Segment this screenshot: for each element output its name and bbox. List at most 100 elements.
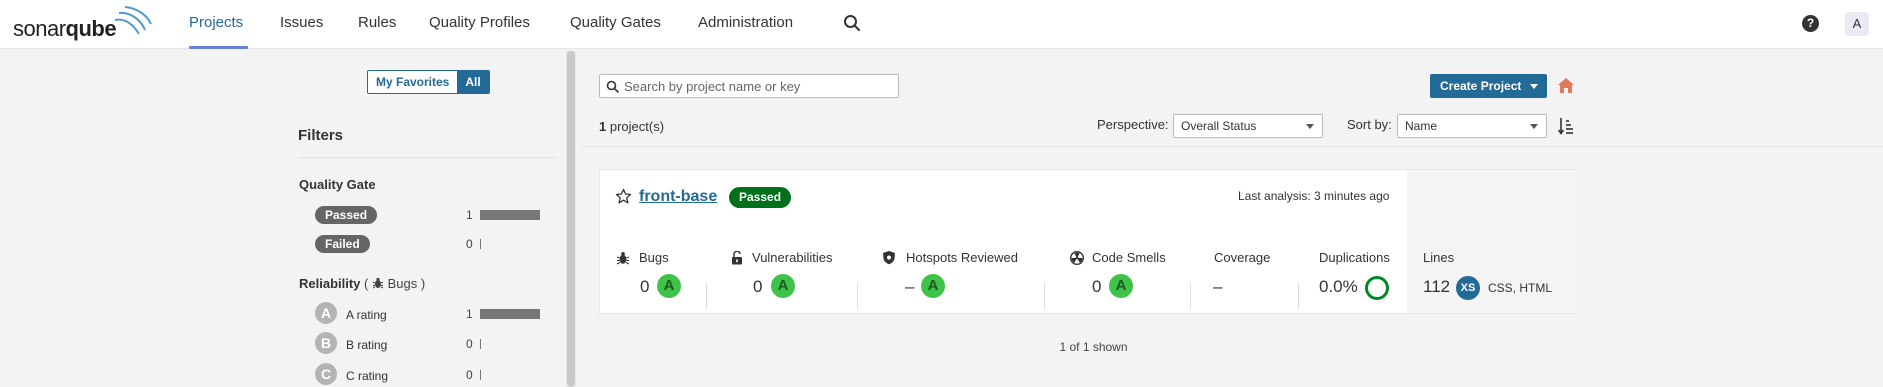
quality-gate-status-badge: Passed <box>729 187 792 208</box>
reliability-paren-close: ) <box>420 276 426 291</box>
facet-count: 0 <box>466 337 473 351</box>
rating-b-option[interactable]: B rating <box>346 338 387 352</box>
project-languages: CSS, HTML <box>1488 281 1553 295</box>
facet-bar <box>480 339 481 349</box>
project-search-input[interactable] <box>624 77 894 95</box>
vulnerabilities-label[interactable]: Vulnerabilities <box>752 250 832 265</box>
nav-administration[interactable]: Administration <box>698 14 793 31</box>
facet-bar <box>480 370 481 380</box>
active-nav-indicator <box>189 46 248 49</box>
scrollbar-thumb[interactable] <box>567 51 575 387</box>
code-smells-value[interactable]: 0 <box>1092 277 1101 297</box>
project-search-box[interactable] <box>599 74 899 98</box>
nav-quality-gates[interactable]: Quality Gates <box>570 14 661 31</box>
project-count: 1 project(s) <box>599 119 664 134</box>
rating-c-option[interactable]: C rating <box>346 369 388 383</box>
chevron-down-icon <box>1530 124 1538 129</box>
reliability-facet-title[interactable]: Reliability ( Bugs ) <box>299 276 425 291</box>
bugs-label[interactable]: Bugs <box>639 250 669 265</box>
nav-rules[interactable]: Rules <box>358 14 396 31</box>
bugs-value[interactable]: 0 <box>640 277 649 297</box>
hotspots-label[interactable]: Hotspots Reviewed <box>906 250 1018 265</box>
perspective-select[interactable]: Overall Status <box>1173 114 1323 138</box>
quality-gate-passed-option[interactable]: Passed <box>315 206 378 224</box>
home-icon[interactable] <box>1557 77 1575 94</box>
rating-a-badge: A <box>315 302 337 324</box>
user-avatar[interactable]: A <box>1845 12 1869 36</box>
code-smells-rating[interactable]: A <box>1109 274 1133 298</box>
measure-divider <box>706 283 707 309</box>
all-projects-button[interactable]: All <box>457 71 489 93</box>
help-icon[interactable]: ? <box>1802 15 1819 32</box>
lock-open-icon <box>732 251 742 265</box>
rating-letter: A <box>777 277 789 294</box>
coverage-label[interactable]: Coverage <box>1214 250 1270 265</box>
project-count-suffix: project(s) <box>606 119 665 134</box>
quality-gate-failed-option[interactable]: Failed <box>315 235 370 253</box>
coverage-value[interactable]: – <box>1213 277 1222 297</box>
chevron-down-icon <box>1530 84 1538 89</box>
nav-projects[interactable]: Projects <box>189 14 243 31</box>
facet-count: 1 <box>466 208 473 222</box>
reliability-subtitle: Bugs <box>387 276 418 291</box>
sidebar-scrollbar[interactable] <box>566 51 576 387</box>
reliability-title: Reliability <box>299 276 361 291</box>
sort-by-select[interactable]: Name <box>1397 114 1547 138</box>
bug-icon <box>372 277 384 289</box>
lines-value[interactable]: 112 <box>1423 277 1450 297</box>
filters-title: Filters <box>298 127 344 144</box>
logo-text-bold: qube <box>65 16 117 41</box>
perspective-label: Perspective: <box>1097 117 1169 132</box>
facet-count: 0 <box>466 368 473 382</box>
code-smells-label[interactable]: Code Smells <box>1092 250 1166 265</box>
filters-sidebar: My Favorites All Filters Quality Gate Pa… <box>0 50 563 387</box>
rating-letter: A <box>927 277 939 294</box>
sort-by-value: Name <box>1405 119 1438 133</box>
favorites-toggle: My Favorites All <box>367 70 490 94</box>
rating-c-badge: C <box>315 363 337 385</box>
logo-text-regular: sonar <box>13 16 66 41</box>
last-analysis-date: Last analysis: 3 minutes ago <box>1238 189 1390 203</box>
hotspots-rating[interactable]: A <box>921 274 945 298</box>
project-name-link[interactable]: front-base <box>639 188 717 206</box>
size-rating-badge: XS <box>1456 276 1480 300</box>
rating-letter: A <box>1115 277 1127 294</box>
bug-icon <box>616 252 630 265</box>
chevron-down-icon <box>1306 124 1314 129</box>
filters-divider <box>298 157 557 158</box>
facet-bar <box>480 239 481 249</box>
rating-b-badge: B <box>315 332 337 354</box>
measure-divider <box>857 283 858 309</box>
measure-divider <box>1298 283 1299 309</box>
top-navigation: sonarqube Projects Issues Rules Quality … <box>0 0 1883 49</box>
radiation-icon <box>1070 251 1084 265</box>
lines-label: Lines <box>1423 250 1455 265</box>
project-card: front-base Passed Last analysis: 3 minut… <box>599 169 1577 314</box>
shield-icon <box>883 251 895 265</box>
measure-divider <box>1190 283 1191 309</box>
duplications-label[interactable]: Duplications <box>1319 250 1390 265</box>
quality-gate-facet-title[interactable]: Quality Gate <box>299 177 376 192</box>
rating-a-option[interactable]: A rating <box>346 308 387 322</box>
sonarqube-logo[interactable]: sonarqube <box>13 6 152 41</box>
sonar-waves-icon <box>114 6 152 35</box>
nav-issues[interactable]: Issues <box>280 14 323 31</box>
projects-main: Create Project 1 project(s) Perspective:… <box>580 50 1883 387</box>
create-project-label: Create Project <box>1440 79 1522 93</box>
my-favorites-button[interactable]: My Favorites <box>368 71 458 93</box>
facet-bar <box>480 309 540 319</box>
vulnerabilities-value[interactable]: 0 <box>753 277 762 297</box>
perspective-value: Overall Status <box>1181 119 1257 133</box>
hotspots-value[interactable]: – <box>905 277 914 297</box>
sort-ascending-icon[interactable] <box>1558 117 1574 135</box>
shown-count: 1 of 1 shown <box>1059 340 1128 354</box>
reliability-paren-open: ( <box>364 276 369 291</box>
star-outline-icon[interactable] <box>615 188 632 205</box>
duplications-value[interactable]: 0.0% <box>1319 277 1358 297</box>
vulnerabilities-rating[interactable]: A <box>771 274 795 298</box>
nav-quality-profiles[interactable]: Quality Profiles <box>429 14 530 31</box>
search-icon[interactable] <box>843 14 861 32</box>
create-project-button[interactable]: Create Project <box>1430 74 1547 98</box>
duplication-ring-icon <box>1365 276 1389 300</box>
bugs-rating[interactable]: A <box>657 274 681 298</box>
